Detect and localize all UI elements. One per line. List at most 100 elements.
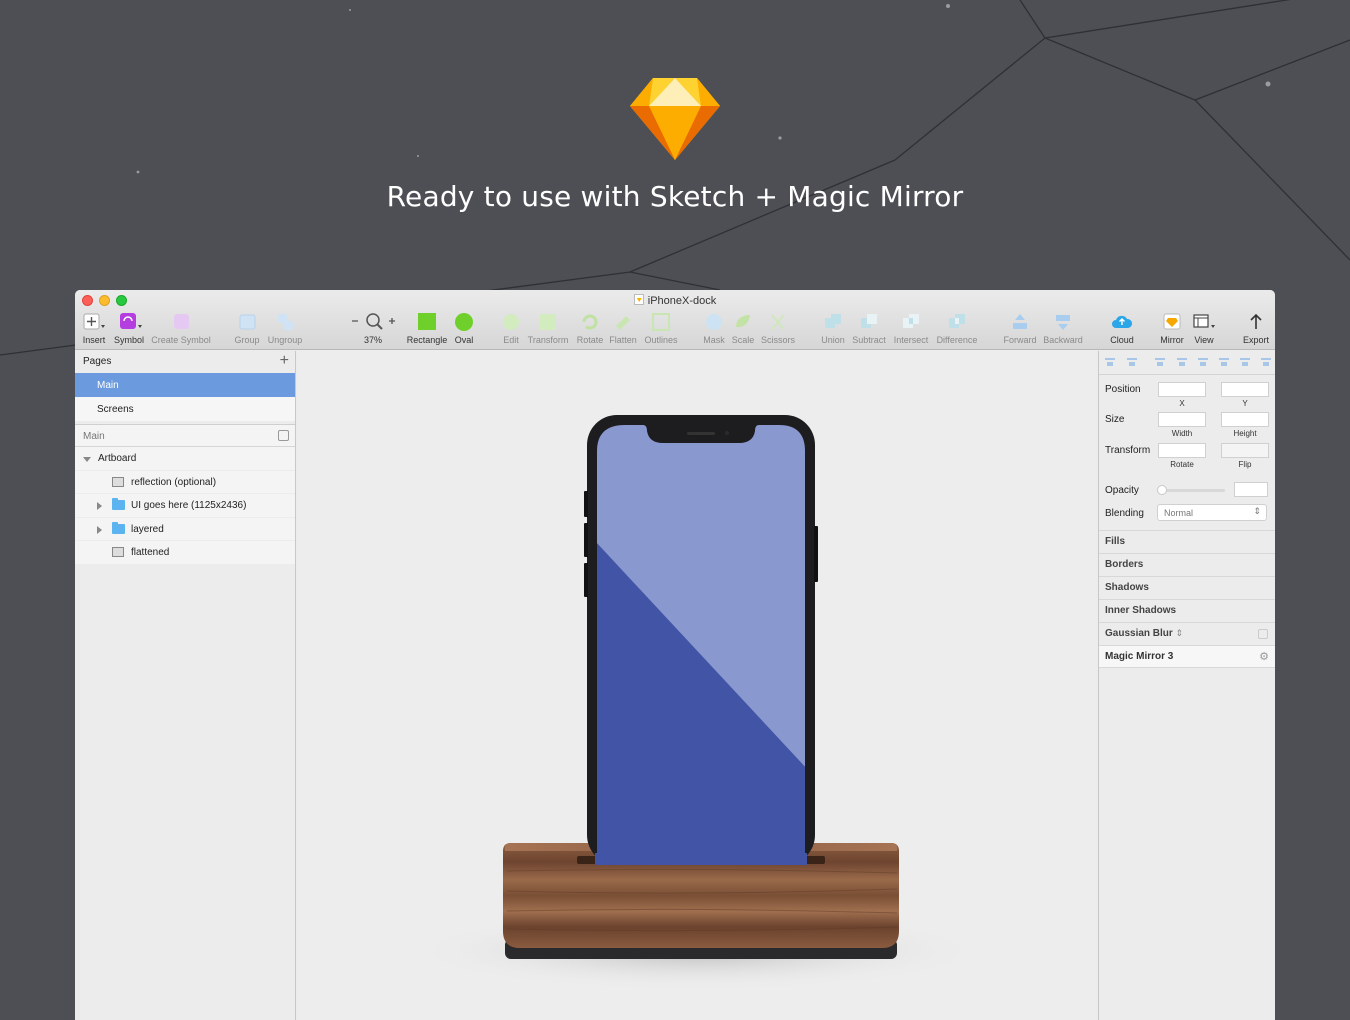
symbol-icon [114, 312, 144, 332]
outlines-button[interactable]: Outlines [643, 312, 679, 345]
gear-icon[interactable]: ⚙ [1259, 650, 1269, 663]
blending-select[interactable]: Normal ⇕ [1157, 504, 1267, 521]
intersect-button[interactable]: Intersect [892, 312, 930, 345]
layer-artboard[interactable]: Artboard [75, 447, 295, 471]
scale-button[interactable]: Scale [731, 312, 755, 345]
distribute-vertical-icon[interactable] [1127, 358, 1137, 368]
mirror-button[interactable]: Mirror [1158, 312, 1186, 345]
magic-mirror-section[interactable]: Magic Mirror 3 ⚙ [1099, 645, 1275, 668]
distribute-horizontal-icon[interactable] [1105, 358, 1115, 368]
intersect-label: Intersect [893, 335, 929, 345]
edit-button[interactable]: Edit [500, 312, 522, 345]
borders-section[interactable]: Borders [1099, 553, 1275, 576]
cloud-button[interactable]: Cloud [1108, 312, 1136, 345]
layer-name: UI goes here (1125x2436) [131, 500, 247, 511]
position-y-input[interactable] [1221, 382, 1269, 397]
mirror-label: Mirror [1160, 335, 1184, 345]
symbol-label: Symbol [114, 335, 145, 345]
layer-name: flattened [131, 547, 170, 558]
gaussian-blur-section[interactable]: Gaussian Blur ⇕ [1099, 622, 1275, 645]
fills-section[interactable]: Fills [1099, 530, 1275, 553]
position-x-input[interactable] [1158, 382, 1206, 397]
ungroup-button[interactable]: Ungroup [266, 312, 304, 345]
backward-button[interactable]: Backward [1042, 312, 1084, 345]
insert-button[interactable]: Insert [81, 312, 107, 345]
scissors-icon [760, 312, 796, 332]
rotate-icon [575, 312, 605, 332]
export-button[interactable]: Export [1240, 312, 1272, 345]
flip-buttons[interactable] [1221, 443, 1269, 458]
blending-label: Blending [1105, 508, 1144, 519]
add-page-icon[interactable]: + [280, 352, 289, 370]
forward-icon [1003, 312, 1037, 332]
difference-button[interactable]: Difference [935, 312, 979, 345]
opacity-slider-knob[interactable] [1157, 485, 1167, 495]
flatten-button[interactable]: Flatten [608, 312, 638, 345]
pages-title: Pages [83, 356, 112, 367]
align-right-icon[interactable] [1198, 358, 1208, 368]
disclosure-closed-icon[interactable] [97, 502, 102, 510]
page-item-main[interactable]: Main [75, 373, 295, 397]
view-button[interactable]: View [1190, 312, 1218, 345]
rotate-button[interactable]: Rotate [575, 312, 605, 345]
headline: Ready to use with Sketch + Magic Mirror [386, 180, 964, 213]
mask-button[interactable]: Mask [702, 312, 726, 345]
rotate-input[interactable] [1158, 443, 1206, 458]
height-input[interactable] [1221, 412, 1269, 427]
layers-filter[interactable]: Main [75, 425, 295, 447]
align-left-icon[interactable] [1155, 358, 1165, 368]
scissors-button[interactable]: Scissors [760, 312, 796, 345]
width-input[interactable] [1158, 412, 1206, 427]
shadows-section[interactable]: Shadows [1099, 576, 1275, 599]
align-bottom-icon[interactable] [1261, 358, 1271, 368]
inspector-panel: Position X Y Size Width Height Transform… [1098, 351, 1275, 1020]
layer-layered[interactable]: layered [75, 517, 295, 541]
forward-button[interactable]: Forward [1003, 312, 1037, 345]
disclosure-open-icon[interactable] [83, 457, 91, 462]
sketch-logo [630, 78, 720, 160]
insert-label: Insert [82, 335, 106, 345]
align-top-icon[interactable] [1219, 358, 1229, 368]
align-middle-icon[interactable] [1240, 358, 1250, 368]
magnifier-icon [347, 312, 399, 332]
align-center-icon[interactable] [1177, 358, 1187, 368]
inner-shadows-section[interactable]: Inner Shadows [1099, 599, 1275, 622]
magic-mirror-label: Magic Mirror 3 [1105, 651, 1174, 662]
document-title-text: iPhoneX-dock [647, 295, 717, 307]
opacity-label: Opacity [1105, 485, 1139, 496]
oval-button[interactable]: Oval [453, 312, 475, 345]
zoom-control[interactable]: 37% [347, 312, 399, 345]
opacity-slider[interactable] [1159, 489, 1225, 492]
chevron-updown-icon[interactable]: ⇕ [1176, 628, 1184, 638]
transform-button[interactable]: Transform [527, 312, 569, 345]
create-symbol-icon [150, 312, 212, 332]
collapse-icon[interactable] [278, 430, 289, 441]
page-item-screens[interactable]: Screens [75, 397, 295, 421]
group-label: Group [234, 335, 260, 345]
blur-toggle-checkbox[interactable] [1258, 629, 1268, 639]
blending-value: Normal [1164, 508, 1194, 518]
mirror-icon [1158, 312, 1186, 332]
subtract-icon [851, 312, 887, 332]
opacity-input[interactable] [1234, 482, 1268, 497]
disclosure-closed-icon[interactable] [97, 525, 102, 534]
layer-reflection[interactable]: reflection (optional) [75, 470, 295, 494]
layer-ui-goes-here[interactable]: UI goes here (1125x2436) [75, 494, 295, 518]
union-button[interactable]: Union [820, 312, 846, 345]
layer-flattened[interactable]: flattened [75, 541, 295, 565]
position-label: Position [1105, 384, 1141, 395]
subtract-button[interactable]: Subtract [851, 312, 887, 345]
create-symbol-button[interactable]: Create Symbol [150, 312, 212, 345]
rectangle-button[interactable]: Rectangle [406, 312, 448, 345]
cloud-label: Cloud [1110, 335, 1134, 345]
plus-icon [81, 312, 107, 332]
export-icon [1240, 312, 1272, 332]
group-button[interactable]: Group [233, 312, 261, 345]
sketch-window: iPhoneX-dock Insert Symbol Create Symbol [75, 290, 1275, 1020]
difference-label: Difference [936, 335, 978, 345]
image-layer-icon [112, 476, 124, 487]
inner-shadows-label: Inner Shadows [1105, 605, 1177, 616]
symbol-button[interactable]: Symbol [114, 312, 144, 345]
pages-header: Pages + [75, 351, 295, 373]
canvas[interactable] [297, 351, 1097, 1020]
